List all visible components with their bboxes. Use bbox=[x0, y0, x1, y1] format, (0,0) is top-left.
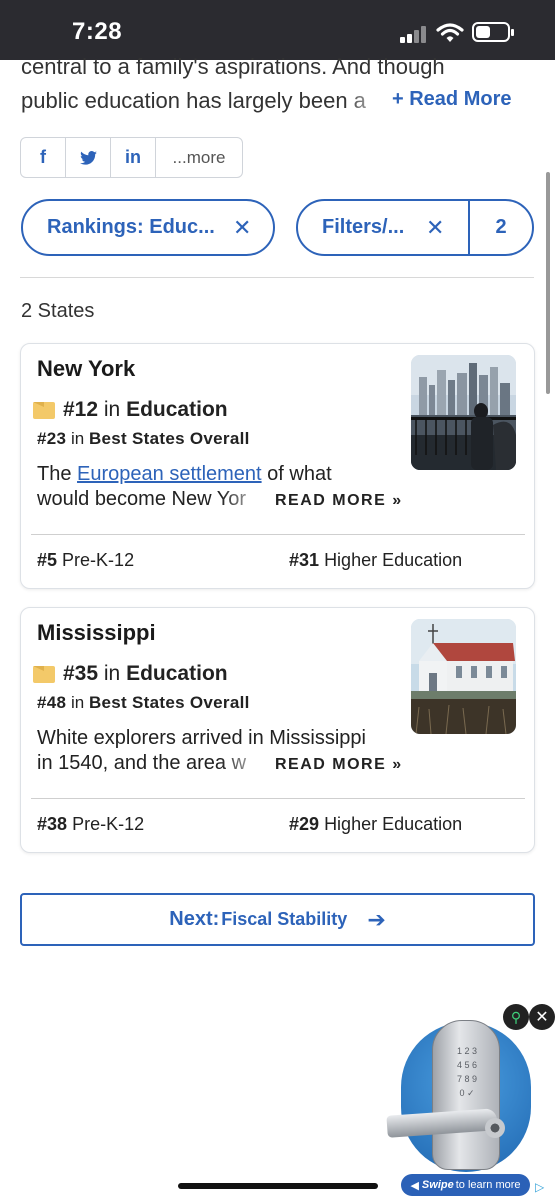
share-more-button[interactable]: ...more bbox=[156, 138, 242, 177]
rank-in-text: in bbox=[103, 398, 121, 421]
filter-count-badge[interactable]: 2 bbox=[470, 201, 532, 254]
prek-rank-label: Pre-K-12 bbox=[72, 814, 145, 834]
battery-level-fill bbox=[476, 26, 490, 38]
overall-rank: #48 in Best States Overall bbox=[37, 693, 250, 713]
read-more-button[interactable]: READ MORE » bbox=[273, 492, 403, 510]
adchoices-icon[interactable]: ▷ bbox=[535, 1180, 551, 1196]
rank-in-text: in bbox=[71, 693, 85, 712]
overall-rank-label: Best States Overall bbox=[88, 693, 250, 712]
mississippi-image[interactable] bbox=[411, 619, 516, 734]
prek-rank-number: #38 bbox=[37, 814, 68, 834]
state-card-new-york[interactable]: New York #12 in Education #23 in Best St… bbox=[20, 343, 535, 589]
higher-education-rank-number: #31 bbox=[289, 550, 320, 570]
higher-education-rank-label: Higher Education bbox=[324, 550, 463, 570]
education-rank: #12 in Education bbox=[33, 398, 228, 422]
read-more-button[interactable]: READ MORE » bbox=[273, 756, 403, 774]
linkedin-share-button[interactable]: in bbox=[111, 138, 156, 177]
ranking-badge-icon bbox=[33, 401, 55, 419]
facebook-icon: f bbox=[40, 147, 46, 167]
rank-category: Education bbox=[126, 398, 228, 421]
intro-line: central to a family's aspirations. And t… bbox=[21, 54, 445, 79]
overall-rank: #23 in Best States Overall bbox=[37, 429, 250, 449]
prek-rank-label: Pre-K-12 bbox=[62, 550, 135, 570]
twitter-icon bbox=[79, 150, 97, 165]
ad-swipe-banner[interactable]: ◀ Swipe to learn more bbox=[401, 1174, 530, 1196]
rank-number: #12 bbox=[63, 398, 99, 421]
divider bbox=[20, 277, 534, 278]
twitter-share-button[interactable] bbox=[66, 138, 111, 177]
ranking-badge-icon bbox=[33, 665, 55, 683]
card-divider bbox=[31, 798, 525, 799]
lock-keyhole bbox=[485, 1118, 505, 1138]
desc-text: of what bbox=[261, 463, 332, 485]
next-fiscal-stability-button[interactable]: Next: Fiscal Stability ➔ bbox=[20, 893, 535, 946]
text-fade bbox=[221, 487, 271, 513]
desc-text: White explorers arrived in Mississippi bbox=[37, 727, 366, 749]
arrow-right-icon: ➔ bbox=[367, 906, 386, 932]
overall-rank-label: Best States Overall bbox=[88, 429, 250, 448]
overall-rank-number: #48 bbox=[37, 693, 67, 712]
new-york-image[interactable] bbox=[411, 355, 516, 470]
ad-close-icon[interactable]: ✕ bbox=[529, 1004, 555, 1030]
swipe-bold-text: Swipe bbox=[421, 1179, 454, 1191]
battery-icon bbox=[472, 22, 514, 42]
home-indicator[interactable] bbox=[178, 1183, 378, 1189]
desc-text: The bbox=[37, 463, 78, 485]
rank-in-text: in bbox=[103, 662, 121, 685]
facebook-share-button[interactable]: f bbox=[21, 138, 66, 177]
prek-rank: #38 Pre-K-12 bbox=[37, 814, 144, 835]
intro-line: public education has largely been a bbox=[21, 88, 366, 113]
ranking-filter-pill[interactable]: Rankings: Educ... ✕ bbox=[21, 199, 275, 256]
state-name[interactable]: New York bbox=[37, 356, 135, 382]
read-more-link[interactable]: + Read More bbox=[392, 88, 511, 111]
ad-link-icon[interactable]: ⚲ bbox=[503, 1004, 529, 1030]
swipe-left-icon: ◀ bbox=[410, 1179, 419, 1192]
remove-ranking-filter-close-icon[interactable]: ✕ bbox=[233, 215, 251, 241]
rank-category: Education bbox=[126, 662, 228, 685]
state-card-mississippi[interactable]: Mississippi #35 in Education #48 in Best… bbox=[20, 607, 535, 853]
text-fade bbox=[221, 751, 271, 777]
linkedin-icon: in bbox=[125, 147, 141, 167]
share-bar: f in ...more bbox=[20, 137, 243, 178]
swipe-text: to learn more bbox=[455, 1179, 521, 1191]
state-name[interactable]: Mississippi bbox=[37, 620, 156, 646]
remove-filters-close-icon[interactable]: ✕ bbox=[426, 215, 444, 241]
higher-education-rank: #31 Higher Education bbox=[289, 550, 462, 571]
rank-in-text: in bbox=[71, 429, 85, 448]
filters-pill-label: Filters/... bbox=[322, 216, 405, 238]
rank-number: #35 bbox=[63, 662, 99, 685]
higher-education-rank-label: Higher Education bbox=[324, 814, 463, 834]
card-divider bbox=[31, 534, 525, 535]
status-time: 7:28 bbox=[72, 18, 123, 45]
prek-rank: #5 Pre-K-12 bbox=[37, 550, 134, 571]
filters-pill[interactable]: Filters/... ✕ 2 bbox=[296, 199, 534, 256]
education-rank: #35 in Education bbox=[33, 662, 228, 686]
overall-rank-number: #23 bbox=[37, 429, 67, 448]
next-label: Next: bbox=[169, 908, 220, 930]
european-settlement-link[interactable]: European settlement bbox=[77, 463, 262, 485]
next-section-label: Fiscal Stability bbox=[221, 909, 348, 929]
scrollbar[interactable] bbox=[546, 172, 550, 394]
wifi-icon bbox=[436, 22, 464, 44]
results-count: 2 States bbox=[21, 300, 95, 322]
smart-lock-ad[interactable]: 1 2 3 4 5 6 7 8 9 0 ✓ ⚲ ✕ ◀ Swipe to lear… bbox=[385, 1000, 555, 1200]
cellular-signal-icon bbox=[400, 25, 430, 43]
text-fade bbox=[345, 82, 390, 116]
higher-education-rank-number: #29 bbox=[289, 814, 320, 834]
ranking-filter-label: Rankings: Educ... bbox=[47, 216, 215, 238]
lock-keypad: 1 2 3 4 5 6 7 8 9 0 ✓ bbox=[456, 1046, 478, 1098]
prek-rank-number: #5 bbox=[37, 550, 58, 570]
higher-education-rank: #29 Higher Education bbox=[289, 814, 462, 835]
